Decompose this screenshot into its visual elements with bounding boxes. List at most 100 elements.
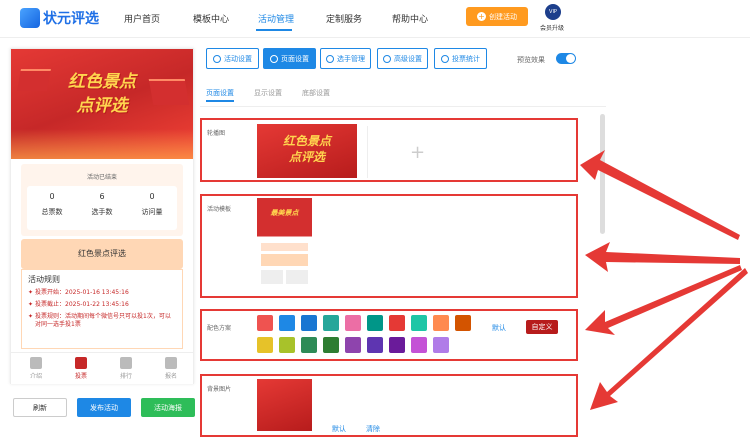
- custom-color-button[interactable]: 自定义: [526, 320, 558, 334]
- annotation-arrows: [580, 150, 748, 410]
- activity-name-card: 红色景点评选: [21, 239, 183, 269]
- banner-title-line1: 红色景点: [68, 72, 136, 92]
- users-icon: [326, 54, 334, 63]
- top-navbar: 状元评选 用户首页 模板中心 活动管理 定制服务 帮助中心 + 创建活动 VIP…: [0, 0, 750, 38]
- subtab-page-settings[interactable]: 页面设置: [206, 88, 234, 98]
- tab-label: 活动设置: [224, 54, 252, 63]
- color-swatch[interactable]: [279, 315, 295, 331]
- tab-label: 高级设置: [394, 54, 422, 63]
- settings-icon: [270, 54, 278, 63]
- rule-item: ✦ 投票规则：活动期间每个微信号只可以投1次，可以对同一选手投1票: [28, 313, 176, 329]
- tab-label: 页面设置: [281, 54, 309, 63]
- sliders-icon: [383, 54, 391, 63]
- tab-vote[interactable]: 投票: [66, 357, 96, 380]
- color-swatch[interactable]: [301, 315, 317, 331]
- color-swatch[interactable]: [455, 315, 471, 331]
- stat-value: 6: [99, 192, 105, 201]
- tab-label: 排行: [119, 373, 132, 380]
- template-thumb-block: [261, 243, 308, 251]
- tab-signup[interactable]: 报名: [156, 357, 186, 380]
- color-swatch[interactable]: [345, 315, 361, 331]
- preview-toggle[interactable]: [556, 53, 576, 64]
- background-default-link[interactable]: 默认: [332, 424, 346, 434]
- nav-active-underline: [256, 29, 292, 31]
- arrow-icon: [585, 265, 742, 335]
- nav-custom-service[interactable]: 定制服务: [326, 12, 362, 25]
- color-swatch[interactable]: [433, 315, 449, 331]
- home-icon: [75, 357, 87, 369]
- background-image[interactable]: [257, 379, 312, 431]
- arrow-icon: [585, 242, 740, 272]
- nav-template-center[interactable]: 模板中心: [193, 12, 229, 25]
- carousel-image-title: 红色景点: [282, 134, 331, 148]
- color-swatch[interactable]: [323, 337, 339, 353]
- color-swatch[interactable]: [301, 337, 317, 353]
- color-swatch[interactable]: [389, 337, 405, 353]
- tab-page-settings[interactable]: 页面设置: [263, 48, 316, 69]
- divider: [200, 106, 606, 107]
- default-color-link[interactable]: 默认: [492, 323, 506, 333]
- color-swatch[interactable]: [411, 337, 427, 353]
- color-swatch[interactable]: [411, 315, 427, 331]
- star-icon: ✦: [28, 289, 34, 296]
- tab-ranking[interactable]: 排行: [111, 357, 141, 380]
- background-label: 背景图片: [207, 386, 232, 393]
- template-label: 活动模板: [207, 206, 232, 213]
- publish-activity-button[interactable]: 发布活动: [77, 398, 131, 417]
- preview-tabbar: 介绍 投票 排行 报名: [11, 352, 193, 384]
- logo[interactable]: 状元评选: [20, 8, 99, 28]
- tab-intro[interactable]: 介绍: [21, 357, 51, 380]
- arrow-icon: [580, 150, 740, 240]
- activity-name: 红色景点评选: [78, 249, 126, 258]
- create-activity-button[interactable]: + 创建活动: [466, 7, 528, 26]
- refresh-button[interactable]: 刷新: [13, 398, 67, 417]
- nav-activity-management[interactable]: 活动管理: [258, 12, 294, 25]
- color-swatch[interactable]: [433, 337, 449, 353]
- stat-total-votes: 0 总票数: [32, 192, 72, 217]
- create-activity-label: 创建活动: [489, 12, 517, 21]
- tab-contestant-management[interactable]: 选手管理: [320, 48, 371, 69]
- color-swatch[interactable]: [257, 315, 273, 331]
- rule-text: 投票规则：活动期间每个微信号只可以投1次，可以对同一选手投1票: [35, 313, 171, 328]
- add-image-button[interactable]: +: [367, 126, 467, 178]
- banner-title-line2: 点评选: [76, 96, 128, 116]
- subtab-active-underline: [206, 100, 234, 102]
- tab-vote-statistics[interactable]: 投票统计: [434, 48, 487, 69]
- stat-label: 访问量: [141, 208, 163, 216]
- color-swatch[interactable]: [323, 315, 339, 331]
- template-thumbnail[interactable]: 最美景点: [257, 198, 312, 294]
- color-swatch[interactable]: [279, 337, 295, 353]
- mobile-preview: 红色景点 点评选 活动已结束 0 总票数 6 选手数 0 访问量 红色景点评选 …: [10, 48, 194, 384]
- vip-upgrade-label[interactable]: 会员升级: [540, 23, 564, 32]
- tab-advanced-settings[interactable]: 高级设置: [377, 48, 428, 69]
- template-section: 活动模板 最美景点: [200, 194, 578, 298]
- carousel-section: 轮播图 红色景点 点评选 +: [200, 118, 578, 182]
- stat-contestants: 6 选手数: [82, 192, 122, 217]
- color-scheme-label: 配色方案: [207, 325, 232, 332]
- rule-text: 投票截止：2025-01-22 13:45:16: [35, 301, 129, 308]
- color-swatch[interactable]: [389, 315, 405, 331]
- vip-icon[interactable]: VIP: [545, 4, 561, 20]
- color-swatch[interactable]: [367, 337, 383, 353]
- color-swatch[interactable]: [257, 337, 273, 353]
- carousel-image[interactable]: 红色景点 点评选: [257, 124, 357, 178]
- bar-chart-icon: [441, 54, 449, 63]
- activity-poster-button[interactable]: 活动海报: [141, 398, 195, 417]
- tab-label: 报名: [164, 373, 177, 380]
- subtab-display-settings[interactable]: 显示设置: [254, 88, 282, 98]
- stat-value: 0: [149, 192, 155, 201]
- color-swatch[interactable]: [345, 337, 361, 353]
- tab-activity-settings[interactable]: 活动设置: [206, 48, 259, 69]
- tab-label: 投票统计: [452, 54, 480, 63]
- rules-title: 活动规则: [28, 275, 60, 284]
- nav-help-center[interactable]: 帮助中心: [392, 12, 428, 25]
- logo-icon: [20, 8, 40, 28]
- nav-user-home[interactable]: 用户首页: [124, 12, 160, 25]
- rule-text: 投票开始：2025-01-16 13:45:16: [35, 289, 129, 296]
- background-clear-link[interactable]: 清除: [366, 424, 380, 434]
- subtab-footer-settings[interactable]: 底部设置: [302, 88, 330, 98]
- tab-label: 选手管理: [337, 54, 365, 63]
- star-icon: ✦: [28, 301, 34, 308]
- tab-label: 介绍: [29, 373, 42, 380]
- color-swatch[interactable]: [367, 315, 383, 331]
